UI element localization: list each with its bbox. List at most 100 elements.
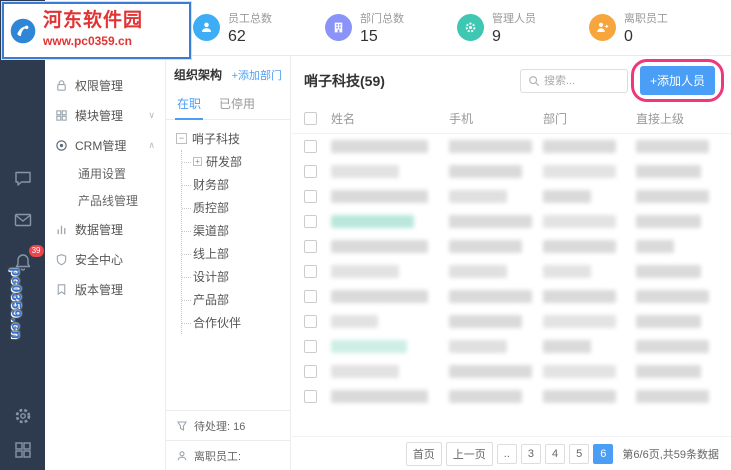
stat-total-employees: 员工总数 62	[193, 10, 285, 46]
pending-icon	[177, 420, 187, 431]
blurred-cell	[449, 140, 532, 153]
data-icon	[57, 225, 66, 234]
blurred-cell	[331, 165, 400, 178]
org-panel-title: 组织架构	[174, 68, 223, 82]
tree-node[interactable]: 质控部	[182, 196, 286, 219]
table-row[interactable]	[292, 259, 731, 284]
tree-node[interactable]: 产品部	[182, 288, 286, 311]
tree-node[interactable]: + 研发部	[182, 150, 286, 173]
employee-list-panel: 哨子科技(59) +添加人员 姓名 手机 部门 直接上级	[292, 56, 731, 470]
pagination-first[interactable]: 首页	[405, 441, 442, 466]
row-checkbox[interactable]	[304, 315, 317, 328]
stat-label: 员工总数	[228, 12, 272, 25]
add-person-button[interactable]: +添加人员	[639, 66, 715, 95]
tree-node-root[interactable]: − 哨子科技	[176, 130, 286, 147]
row-checkbox[interactable]	[304, 340, 317, 353]
menu-item-modules[interactable]: 模块管理 ∨	[45, 100, 165, 130]
tree-node[interactable]: 渠道部	[182, 219, 286, 242]
column-header-supervisor: 直接上级	[636, 112, 685, 126]
blurred-cell	[543, 215, 616, 228]
table-row[interactable]	[292, 184, 731, 209]
blurred-cell	[543, 365, 616, 378]
row-checkbox[interactable]	[304, 140, 317, 153]
table-row[interactable]	[292, 284, 731, 309]
pagination-page[interactable]: 3	[520, 443, 542, 464]
blurred-cell	[449, 315, 523, 328]
blurred-cell	[449, 365, 532, 378]
notification-badge: 39	[28, 245, 44, 257]
row-checkbox[interactable]	[304, 165, 317, 178]
tree-node[interactable]: 财务部	[182, 173, 286, 196]
pending-items[interactable]: 待处理: 16	[166, 410, 290, 440]
blurred-cell	[449, 215, 532, 228]
row-checkbox[interactable]	[304, 190, 317, 203]
row-checkbox[interactable]	[304, 290, 317, 303]
blurred-cell	[331, 240, 428, 253]
select-all-checkbox[interactable]	[304, 112, 317, 125]
person-icon	[177, 450, 187, 460]
tree-node[interactable]: 线上部	[182, 242, 286, 265]
table-row[interactable]	[292, 359, 731, 384]
expand-toggle-icon[interactable]: +	[193, 157, 202, 166]
search-box[interactable]	[519, 68, 628, 93]
add-department-link[interactable]: +添加部门	[232, 67, 282, 83]
modules-icon	[56, 109, 67, 121]
stat-label: 管理人员	[492, 12, 536, 25]
blurred-cell	[449, 390, 523, 403]
menu-item-label: CRM管理	[75, 138, 127, 153]
row-checkbox[interactable]	[304, 390, 317, 403]
blurred-cell	[449, 265, 508, 278]
resigned-employees[interactable]: 离职员工:	[166, 440, 290, 470]
row-checkbox[interactable]	[304, 240, 317, 253]
table-row[interactable]	[292, 334, 731, 359]
blurred-cell	[331, 390, 428, 403]
blurred-cell	[543, 265, 592, 278]
managers-icon	[457, 14, 484, 41]
blurred-cell	[331, 265, 400, 278]
table-row[interactable]	[292, 209, 731, 234]
table-row[interactable]	[292, 234, 731, 259]
blurred-cell	[331, 340, 407, 353]
table-row[interactable]	[292, 384, 731, 409]
table-row[interactable]	[292, 134, 731, 159]
tree-root-label: 哨子科技	[192, 132, 241, 146]
menu-item-security[interactable]: 安全中心	[45, 244, 165, 274]
row-checkbox[interactable]	[304, 365, 317, 378]
tree-node[interactable]: 合作伙伴	[182, 311, 286, 334]
icon-sidebar: 39	[0, 0, 45, 470]
tab-disabled[interactable]: 已停用	[217, 90, 257, 119]
menu-item-general-settings[interactable]: 通用设置	[45, 160, 165, 187]
pagination-page[interactable]: 4	[545, 443, 566, 464]
blurred-cell	[331, 190, 428, 203]
site-watermark: 河东软件园 www.pc0359.cn	[1, 1, 192, 60]
menu-item-data[interactable]: 数据管理	[45, 214, 165, 244]
menu-item-label: 数据管理	[75, 222, 124, 237]
tab-active-staff[interactable]: 在职	[175, 90, 204, 120]
apps-grid-icon[interactable]	[13, 440, 33, 460]
row-checkbox[interactable]	[304, 215, 317, 228]
menu-item-crm[interactable]: CRM管理 ∧	[45, 130, 165, 160]
table-row[interactable]	[292, 309, 731, 334]
stat-departed-employees: 离职员工 0	[589, 10, 681, 46]
table-row[interactable]	[292, 159, 731, 184]
pagination-prev[interactable]: 上一页	[445, 441, 493, 466]
row-checkbox[interactable]	[304, 265, 317, 278]
collapse-toggle-icon[interactable]: −	[176, 133, 187, 144]
menu-item-label: 产品线管理	[78, 194, 139, 208]
blurred-cell	[449, 165, 523, 178]
menu-item-version[interactable]: 版本管理	[45, 274, 165, 304]
column-header-phone: 手机	[449, 112, 474, 126]
blurred-cell	[543, 390, 616, 403]
menu-item-permissions[interactable]: 权限管理	[45, 70, 165, 100]
search-input[interactable]	[543, 74, 616, 87]
blurred-cell	[449, 240, 523, 253]
mail-icon[interactable]	[13, 210, 33, 230]
gear-icon[interactable]	[13, 406, 33, 426]
pagination-page[interactable]: 5	[569, 443, 590, 464]
pagination-ellipsis[interactable]: ..	[496, 443, 517, 464]
menu-item-product-lines[interactable]: 产品线管理	[45, 187, 165, 214]
tree-node[interactable]: 设计部	[182, 265, 286, 288]
blurred-cell	[331, 290, 428, 303]
chat-icon[interactable]	[13, 168, 33, 188]
pagination-page-active[interactable]: 6	[593, 443, 614, 464]
